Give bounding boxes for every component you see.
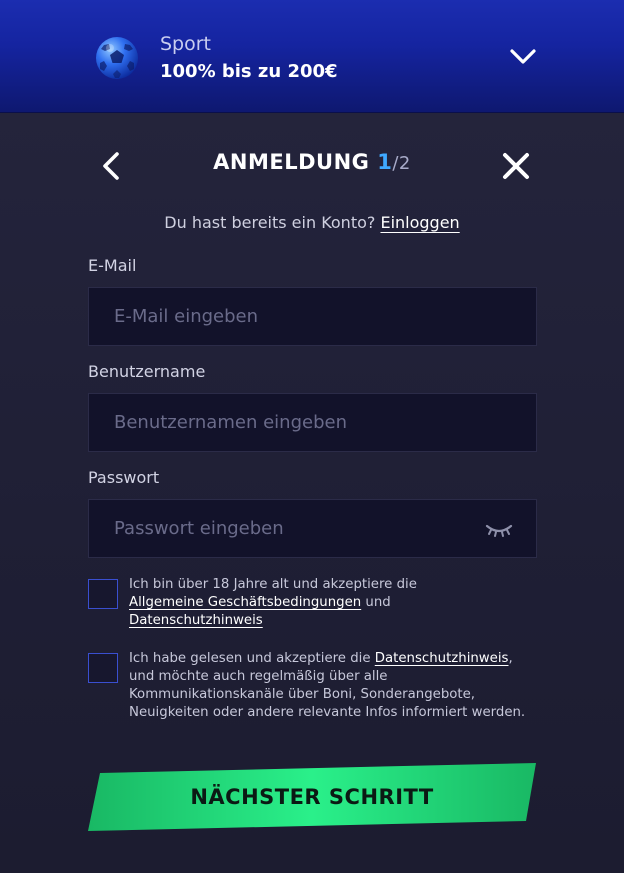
username-label: Benutzername xyxy=(88,362,206,381)
step-total: /2 xyxy=(392,153,411,174)
soccer-ball-icon xyxy=(96,37,138,79)
email-field[interactable] xyxy=(89,288,536,345)
privacy-link[interactable]: Datenschutzhinweis xyxy=(129,613,263,628)
age-consent-checkbox[interactable] xyxy=(88,579,118,609)
login-link[interactable]: Einloggen xyxy=(380,213,459,232)
marketing-consent-checkbox[interactable] xyxy=(88,653,118,683)
next-step-button[interactable]: NÄCHSTER SCHRITT xyxy=(86,763,538,831)
password-field[interactable] xyxy=(89,500,536,557)
marketing-consent-text-1: Ich habe gelesen und akzeptiere die xyxy=(129,651,371,666)
marketing-consent-text: Ich habe gelesen und akzeptiere die Date… xyxy=(129,650,539,722)
username-field-box xyxy=(88,393,537,452)
age-consent-text-2: und xyxy=(365,595,391,610)
next-step-label: NÄCHSTER SCHRITT xyxy=(190,785,434,809)
close-icon[interactable] xyxy=(500,150,532,182)
registration-modal: Sport 100% bis zu 200€ ANMELDUNG 1/2 Du … xyxy=(0,0,624,873)
title-text: ANMELDUNG xyxy=(213,150,370,174)
login-prompt-text: Du hast bereits ein Konto? xyxy=(164,213,376,232)
eye-closed-icon[interactable] xyxy=(484,520,514,540)
chevron-down-icon[interactable] xyxy=(508,46,538,68)
step-current: 1 xyxy=(377,150,393,174)
email-label: E-Mail xyxy=(88,256,137,275)
terms-link[interactable]: Allgemeine Geschäftsbedingungen xyxy=(129,595,361,610)
username-field[interactable] xyxy=(89,394,536,451)
marketing-privacy-link[interactable]: Datenschutzhinweis xyxy=(375,651,509,666)
email-field-box xyxy=(88,287,537,346)
bonus-selector[interactable]: Sport 100% bis zu 200€ xyxy=(0,0,624,113)
bonus-category: Sport xyxy=(160,33,212,55)
age-consent-text-1: Ich bin über 18 Jahre alt und akzeptiere… xyxy=(129,577,417,592)
age-consent-text: Ich bin über 18 Jahre alt und akzeptiere… xyxy=(129,576,539,630)
bonus-offer: 100% bis zu 200€ xyxy=(160,61,338,82)
login-prompt: Du hast bereits ein Konto? Einloggen xyxy=(0,213,624,232)
password-label: Passwort xyxy=(88,468,160,487)
password-field-box xyxy=(88,499,537,558)
